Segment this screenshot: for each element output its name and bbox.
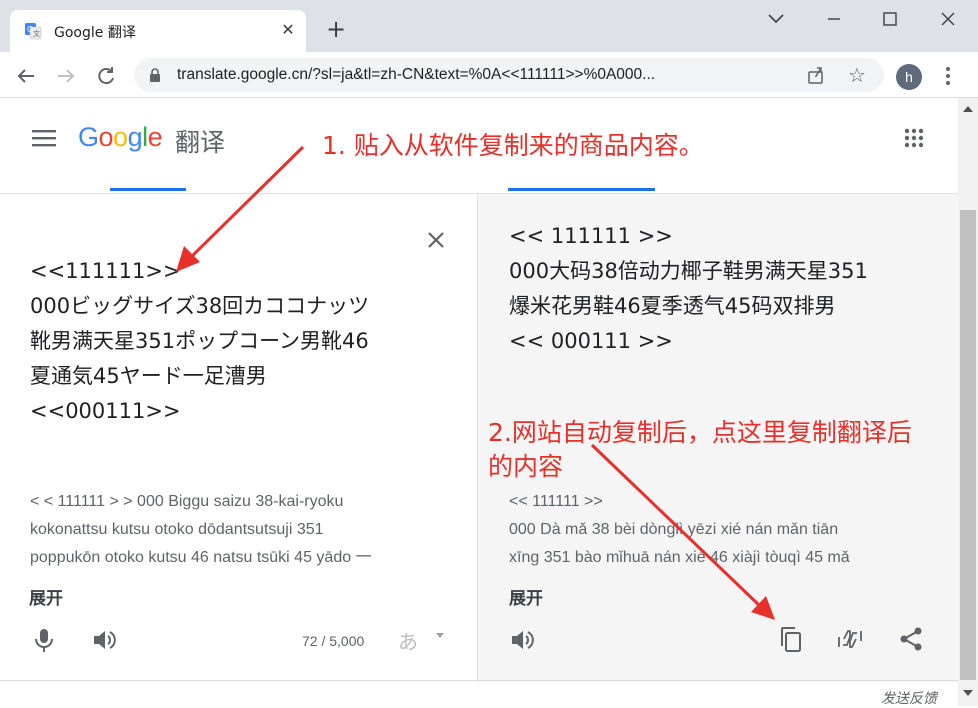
annotation-step-1: 1. 贴入从软件复制来的商品内容。 [322,131,704,160]
target-expand-link[interactable]: 展开 [509,584,543,609]
source-line: 000ビッグサイズ38回カココナッツ [30,294,370,318]
target-speaker-icon[interactable] [508,626,536,654]
annotation-step-2-line-1: 2.网站自动复制后，点这里复制翻译后 [488,418,912,447]
target-language-tab-indicator [508,188,655,191]
new-tab-icon[interactable]: + [324,17,348,42]
source-text-area[interactable]: <<111111>> 000ビッグサイズ38回カココナッツ 靴男满天星351ポッ… [30,254,369,429]
bookmark-star-icon[interactable]: ☆ [846,64,868,86]
scroll-down-arrow-icon[interactable] [962,688,974,698]
romanization-line: xīng 351 bào mǐhuā nán xié 46 xiàjì tòuq… [509,549,850,566]
back-arrow-icon[interactable] [12,62,40,90]
target-text: << 111111 >> 000大码38倍动力椰子鞋男满天星351 爆米花男鞋4… [509,219,868,359]
source-language-tab-indicator [110,188,186,191]
target-line: << 111111 >> [509,224,673,248]
annotation-step-2-line-2: 的内容 [488,452,564,481]
target-romanization: << 111111 >> 000 Dà mǎ 38 bèi dònglì yēz… [509,488,850,572]
romanization-line: 000 Dà mǎ 38 bèi dònglì yēzi xié nán mǎn… [509,521,839,538]
annotation-step-2: 2.网站自动复制后，点这里复制翻译后 的内容 [488,416,912,484]
character-count: 72 / 5,000 [302,633,365,649]
browser-menu-icon[interactable] [940,64,956,88]
forward-arrow-icon[interactable] [52,62,80,90]
minimize-icon[interactable] [814,6,854,32]
source-romanization: < < 111111 > > 000 Biggu saizu 38-kai-ry… [30,488,372,572]
tab-close-icon[interactable]: ✕ [278,20,298,40]
source-expand-link[interactable]: 展开 [29,584,63,609]
copy-translation-icon[interactable] [777,625,805,653]
romanization-line: < < 111111 > > 000 Biggu saizu 38-kai-ry… [30,493,344,510]
tab-search-chevron-icon[interactable] [756,6,796,32]
source-line: 靴男满天星351ポップコーン男靴46 [30,329,369,353]
maximize-icon[interactable] [870,6,910,32]
share-page-icon[interactable] [806,65,826,85]
google-translate-favicon-icon: G 文 [25,23,42,40]
window-close-icon[interactable] [928,6,968,32]
logo-subtitle: 翻译 [175,128,226,157]
source-line: <<111111>> [30,259,181,283]
romanization-line: kokonattsu kutsu otoko dōdantsutsuji 351 [30,521,324,538]
target-line: << 000111 >> [509,329,673,353]
source-line: <<000111>> [30,399,181,423]
lock-icon [150,68,160,82]
input-method-icon[interactable]: あ [398,626,418,655]
source-line: 夏通気45ヤード一足漕男 [30,364,267,388]
profile-avatar[interactable]: h [896,64,922,90]
microphone-icon[interactable] [30,626,58,654]
send-feedback-link[interactable]: 发送反馈 [881,688,937,708]
google-logo[interactable]: Google [78,122,163,153]
page-viewport: Google 翻译 <<111111>> 000ビッグサイズ38回カココナッツ … [0,98,978,706]
browser-toolbar: translate.google.cn/?sl=ja&tl=zh-CN&text… [0,52,978,98]
url-text: translate.google.cn/?sl=ja&tl=zh-CN&text… [177,66,656,83]
target-line: 000大码38倍动力椰子鞋男满天星351 [509,259,868,283]
rate-translation-icon[interactable] [836,625,864,653]
footer-divider [0,680,958,681]
browser-tab-strip: G 文 Google 翻译 ✕ + [0,0,978,52]
address-bar[interactable]: translate.google.cn/?sl=ja&tl=zh-CN&text… [134,58,884,92]
google-apps-icon[interactable] [904,128,924,148]
scroll-up-arrow-icon[interactable] [962,104,974,114]
reload-icon[interactable] [92,62,120,90]
target-line: 爆米花男鞋46夏季透气45码双排男 [509,294,836,318]
romanization-line: << 111111 >> [509,493,603,510]
clear-text-icon[interactable] [424,228,448,252]
tab-title: Google 翻译 [54,25,136,41]
source-speaker-icon[interactable] [90,626,118,654]
romanization-line: poppukōn otoko kutsu 46 natsu tsūki 45 y… [30,549,372,566]
svg-text:文: 文 [33,29,40,38]
scrollbar-thumb[interactable] [960,210,976,680]
input-method-dropdown-icon[interactable] [434,632,446,640]
browser-tab[interactable]: G 文 Google 翻译 ✕ [10,10,306,52]
share-translation-icon[interactable] [897,625,925,653]
hamburger-menu-icon[interactable] [32,128,56,148]
